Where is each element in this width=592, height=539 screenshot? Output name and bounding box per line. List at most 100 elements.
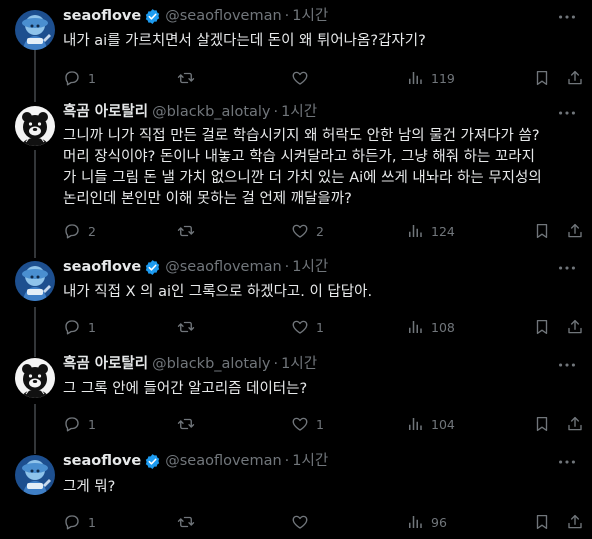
reply-icon bbox=[63, 318, 81, 336]
tweet-actions: 1 1 108 bbox=[63, 317, 583, 337]
repost-icon bbox=[177, 222, 195, 240]
display-name[interactable]: 흑곰 아로탈리 bbox=[63, 354, 148, 374]
timestamp[interactable]: 1시간 bbox=[292, 257, 328, 277]
views-count: 96 bbox=[431, 514, 447, 530]
tweet-text: 내가 ai를 가르치면서 살겠다는데 돈이 왜 튀어나옴?갑자기? bbox=[63, 33, 426, 49]
views-count: 124 bbox=[431, 223, 455, 239]
user-handle[interactable]: @seaofloveman bbox=[165, 6, 281, 26]
like-icon bbox=[291, 222, 309, 240]
separator-dot: · bbox=[273, 104, 279, 120]
reply-count: 1 bbox=[88, 319, 96, 335]
views-button[interactable]: 124 bbox=[406, 221, 455, 241]
bookmark-button[interactable] bbox=[533, 317, 551, 337]
more-icon[interactable] bbox=[556, 354, 578, 374]
tweet-actions: 1 1 104 bbox=[63, 414, 583, 434]
like-count: 2 bbox=[316, 223, 324, 239]
bookmark-icon bbox=[533, 69, 551, 87]
user-handle[interactable]: @seaofloveman bbox=[165, 257, 281, 277]
more-icon[interactable] bbox=[556, 257, 578, 277]
share-icon bbox=[566, 318, 584, 336]
share-button[interactable] bbox=[566, 68, 584, 88]
display-name[interactable]: seaoflove bbox=[63, 257, 141, 277]
display-name[interactable]: seaoflove bbox=[63, 451, 141, 471]
verified-badge-icon bbox=[144, 259, 161, 276]
share-icon bbox=[566, 69, 584, 87]
display-name[interactable]: seaoflove bbox=[63, 6, 141, 26]
views-button[interactable]: 96 bbox=[406, 512, 447, 532]
views-count: 119 bbox=[431, 70, 455, 86]
bookmark-button[interactable] bbox=[533, 414, 551, 434]
repost-icon bbox=[177, 69, 195, 87]
reply-button[interactable]: 1 bbox=[63, 414, 96, 434]
tweet-actions: 1 119 bbox=[63, 68, 583, 88]
like-icon bbox=[291, 69, 309, 87]
like-count: 1 bbox=[316, 319, 324, 335]
reply-count: 1 bbox=[88, 514, 96, 530]
repost-button[interactable] bbox=[177, 512, 202, 532]
more-icon[interactable] bbox=[556, 451, 578, 471]
share-button[interactable] bbox=[566, 221, 584, 241]
thread-connector bbox=[34, 404, 36, 454]
user-handle[interactable]: @blackb_alotaly bbox=[152, 354, 270, 374]
separator-dot: · bbox=[284, 8, 290, 24]
thread-connector bbox=[34, 150, 36, 258]
avatar[interactable] bbox=[15, 10, 55, 50]
repost-button[interactable] bbox=[177, 221, 202, 241]
repost-button[interactable] bbox=[177, 68, 202, 88]
reply-icon bbox=[63, 222, 81, 240]
views-icon bbox=[406, 513, 424, 531]
repost-button[interactable] bbox=[177, 317, 202, 337]
tweet-actions: 1 96 bbox=[63, 512, 583, 532]
more-icon[interactable] bbox=[556, 102, 578, 122]
views-icon bbox=[406, 222, 424, 240]
like-button[interactable] bbox=[291, 512, 316, 532]
repost-icon bbox=[177, 415, 195, 433]
timestamp[interactable]: 1시간 bbox=[292, 6, 328, 26]
tweet-actions: 2 2 124 bbox=[63, 221, 583, 241]
reply-button[interactable]: 2 bbox=[63, 221, 96, 241]
repost-button[interactable] bbox=[177, 414, 202, 434]
like-icon bbox=[291, 513, 309, 531]
share-button[interactable] bbox=[566, 414, 584, 434]
reply-button[interactable]: 1 bbox=[63, 68, 96, 88]
avatar[interactable] bbox=[15, 106, 55, 146]
avatar[interactable] bbox=[15, 358, 55, 398]
bookmark-button[interactable] bbox=[533, 68, 551, 88]
user-handle[interactable]: @blackb_alotaly bbox=[152, 102, 270, 122]
tweet-header: 흑곰 아로탈리 @blackb_alotaly · 1시간 bbox=[63, 354, 317, 374]
repost-icon bbox=[177, 513, 195, 531]
avatar[interactable] bbox=[15, 455, 55, 495]
reply-button[interactable]: 1 bbox=[63, 512, 96, 532]
user-handle[interactable]: @seaofloveman bbox=[165, 451, 281, 471]
thread-connector bbox=[34, 307, 36, 357]
timestamp[interactable]: 1시간 bbox=[281, 354, 317, 374]
share-button[interactable] bbox=[566, 512, 584, 532]
timestamp[interactable]: 1시간 bbox=[281, 102, 317, 122]
reply-button[interactable]: 1 bbox=[63, 317, 96, 337]
views-icon bbox=[406, 415, 424, 433]
like-button[interactable]: 2 bbox=[291, 221, 324, 241]
views-button[interactable]: 119 bbox=[406, 68, 455, 88]
views-button[interactable]: 108 bbox=[406, 317, 455, 337]
tweet-text: 그게 뭐? bbox=[63, 479, 116, 495]
tweet-text: 그 그록 안에 들어간 알고리즘 데이터는? bbox=[63, 381, 308, 397]
share-icon bbox=[566, 415, 584, 433]
bookmark-button[interactable] bbox=[533, 512, 551, 532]
display-name[interactable]: 흑곰 아로탈리 bbox=[63, 102, 148, 122]
share-button[interactable] bbox=[566, 317, 584, 337]
bookmark-button[interactable] bbox=[533, 221, 551, 241]
more-icon[interactable] bbox=[556, 6, 578, 26]
timestamp[interactable]: 1시간 bbox=[292, 451, 328, 471]
views-button[interactable]: 104 bbox=[406, 414, 455, 434]
avatar[interactable] bbox=[15, 261, 55, 301]
like-icon bbox=[291, 415, 309, 433]
like-button[interactable] bbox=[291, 68, 316, 88]
separator-dot: · bbox=[273, 356, 279, 372]
like-count: 1 bbox=[316, 416, 324, 432]
verified-badge-icon bbox=[144, 453, 161, 470]
like-button[interactable]: 1 bbox=[291, 414, 324, 434]
views-count: 104 bbox=[431, 416, 455, 432]
thread-connector bbox=[34, 50, 36, 102]
like-button[interactable]: 1 bbox=[291, 317, 324, 337]
reply-icon bbox=[63, 415, 81, 433]
